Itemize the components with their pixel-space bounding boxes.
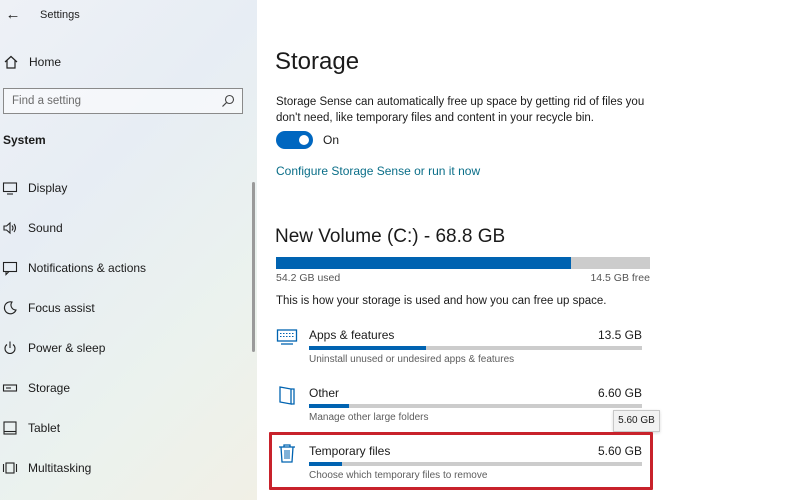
sidebar-scrollbar[interactable] bbox=[252, 182, 255, 352]
sound-icon bbox=[3, 221, 17, 235]
sidebar-item-tablet[interactable]: Tablet bbox=[0, 408, 257, 448]
category-usage-fill bbox=[309, 404, 349, 408]
storage-icon bbox=[2, 384, 18, 392]
power-icon bbox=[4, 341, 16, 355]
category-apps-features[interactable]: Apps & features 13.5 GB Uninstall unused… bbox=[276, 326, 643, 380]
volume-usage-fill bbox=[276, 257, 571, 269]
volume-usage-bar bbox=[276, 257, 650, 269]
category-name: Other bbox=[309, 386, 340, 400]
category-usage-fill bbox=[309, 346, 426, 350]
back-button[interactable]: ← bbox=[2, 4, 24, 26]
sidebar-item-storage[interactable]: Storage bbox=[0, 368, 257, 408]
configure-storage-sense-link[interactable]: Configure Storage Sense or run it now bbox=[276, 164, 480, 178]
size-tooltip: 5.60 GB bbox=[613, 410, 660, 432]
sidebar-item-display[interactable]: Display bbox=[0, 168, 257, 208]
volume-title: New Volume (C:) - 68.8 GB bbox=[275, 226, 506, 247]
page-title: Storage bbox=[275, 48, 360, 75]
sidebar-item-focus-assist[interactable]: Focus assist bbox=[0, 288, 257, 328]
sidebar-item-label: Notifications & actions bbox=[28, 261, 147, 275]
sidebar-item-label: Display bbox=[28, 181, 68, 195]
sidebar-item-multitasking[interactable]: Multitasking bbox=[0, 448, 257, 488]
sidebar-item-sound[interactable]: Sound bbox=[0, 208, 257, 248]
category-other[interactable]: Other 6.60 GB Manage other large folders bbox=[276, 384, 643, 438]
app-title: Settings bbox=[40, 9, 80, 21]
sidebar-item-power-sleep[interactable]: Power & sleep bbox=[0, 328, 257, 368]
toggle-state-label: On bbox=[323, 133, 340, 147]
sidebar: ← Settings Home System Display bbox=[0, 0, 257, 500]
apps-icon bbox=[276, 329, 298, 345]
category-usage-bar bbox=[309, 346, 642, 350]
focus-assist-icon bbox=[3, 301, 17, 315]
temporary-files-highlight-box bbox=[269, 432, 653, 490]
category-size: 6.60 GB bbox=[597, 386, 642, 400]
toggle-knob bbox=[299, 135, 309, 145]
sidebar-item-label: Focus assist bbox=[28, 301, 95, 315]
category-subtitle: Uninstall unused or undesired apps & fea… bbox=[309, 354, 515, 365]
sidebar-item-label: Multitasking bbox=[28, 461, 92, 475]
sidebar-item-label: Power & sleep bbox=[28, 341, 106, 355]
category-size: 13.5 GB bbox=[597, 328, 642, 342]
sidebar-item-label: Storage bbox=[28, 381, 71, 395]
home-icon bbox=[4, 55, 18, 69]
multitasking-icon bbox=[2, 462, 18, 474]
section-title: System bbox=[3, 133, 46, 147]
category-name: Apps & features bbox=[309, 328, 395, 342]
sidebar-item-label: Home bbox=[29, 55, 62, 69]
other-folder-icon bbox=[279, 386, 295, 405]
search-icon[interactable] bbox=[220, 93, 236, 109]
sidebar-item-label: Sound bbox=[28, 221, 63, 235]
sidebar-item-notifications[interactable]: Notifications & actions bbox=[0, 248, 257, 288]
notifications-icon bbox=[2, 261, 18, 276]
storage-sense-toggle-row: On bbox=[276, 131, 339, 149]
display-icon bbox=[2, 182, 18, 195]
category-subtitle: Manage other large folders bbox=[309, 412, 429, 423]
category-usage-bar bbox=[309, 404, 642, 408]
title-bar: ← Settings bbox=[0, 0, 257, 30]
sidebar-item-home[interactable]: Home bbox=[0, 50, 257, 74]
sidebar-nav: Display Sound Notifications & actions Fo… bbox=[0, 168, 257, 488]
storage-sense-description: Storage Sense can automatically free up … bbox=[276, 96, 645, 124]
tablet-icon bbox=[3, 421, 17, 435]
volume-free-label: 14.5 GB free bbox=[590, 272, 650, 284]
search-input[interactable] bbox=[4, 95, 220, 107]
storage-sense-toggle[interactable] bbox=[276, 131, 313, 149]
usage-description: This is how your storage is used and how… bbox=[276, 295, 607, 307]
volume-used-label: 54.2 GB used bbox=[276, 272, 341, 284]
sidebar-item-label: Tablet bbox=[28, 421, 61, 435]
main-content: Storage Storage Sense can automatically … bbox=[257, 0, 800, 500]
search-box[interactable] bbox=[3, 88, 243, 114]
